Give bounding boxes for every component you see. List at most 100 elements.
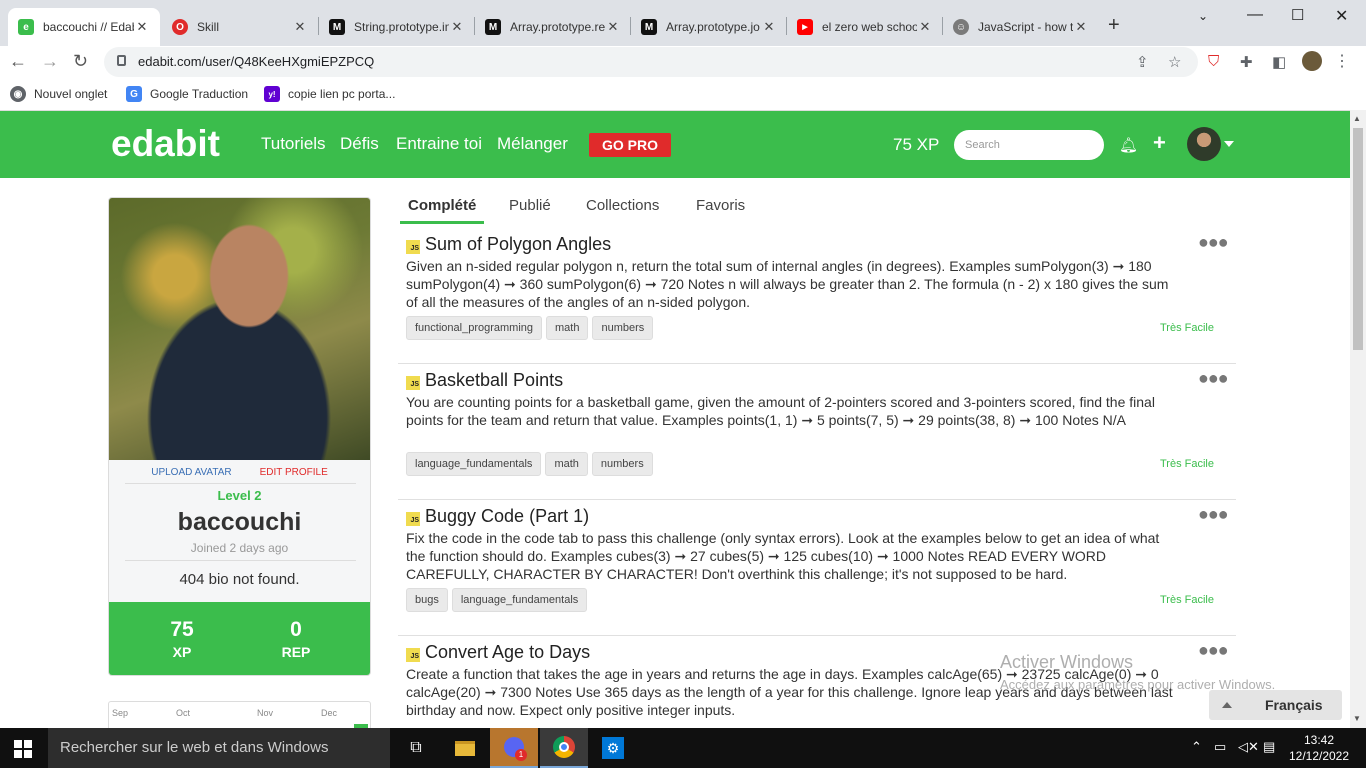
tab-favoris[interactable]: Favoris <box>696 197 745 214</box>
tab-search-icon[interactable]: ⌄ <box>1198 9 1208 23</box>
browser-tab-string-prototype[interactable]: M String.prototype.in ✕ <box>319 8 475 46</box>
minimize-icon[interactable]: — <box>1247 6 1263 24</box>
forward-icon[interactable]: → <box>41 51 59 72</box>
browser-tab-stackoverflow[interactable]: ☺ JavaScript - how t ✕ <box>943 8 1099 46</box>
close-tab-icon[interactable]: ✕ <box>292 19 308 35</box>
nav-tutoriels[interactable]: Tutoriels <box>261 134 326 154</box>
action-center-icon[interactable]: ▤ <box>1263 739 1275 755</box>
go-pro-button[interactable]: GO PRO <box>589 133 671 157</box>
month-label: Nov <box>257 708 274 718</box>
edabit-logo[interactable]: edabit <box>111 123 220 165</box>
challenge-title[interactable]: Sum of Polygon Angles <box>425 234 611 255</box>
plus-icon[interactable]: + <box>1153 130 1166 156</box>
scroll-thumb[interactable] <box>1353 128 1363 350</box>
browser-tab-edabit[interactable]: e baccouchi // Edabit ✕ <box>8 8 160 46</box>
language-label: Français <box>1265 697 1323 713</box>
profile-card: UPLOAD AVATAR EDIT PROFILE Level 2 bacco… <box>108 197 371 676</box>
power-icon[interactable]: ▭ <box>1214 739 1226 755</box>
difficulty-label: Très Facile <box>1160 322 1214 334</box>
close-tab-icon[interactable]: ✕ <box>134 19 150 35</box>
extension-shield-icon[interactable]: ⛉ <box>1208 53 1219 70</box>
maximize-icon[interactable]: ☐ <box>1291 6 1304 24</box>
back-icon[interactable]: ← <box>9 51 27 72</box>
challenge-card[interactable]: JS Basketball Points ●●● You are countin… <box>398 364 1236 500</box>
close-tab-icon[interactable]: ✕ <box>1073 19 1089 35</box>
volume-muted-icon[interactable]: ◁✕ <box>1238 739 1259 755</box>
more-options-icon[interactable]: ●●● <box>1198 640 1229 661</box>
tag[interactable]: numbers <box>592 316 654 340</box>
nav-entraine-toi[interactable]: Entraine toi <box>396 134 482 154</box>
browser-tab-array-prototype-re[interactable]: M Array.prototype.re ✕ <box>475 8 631 46</box>
file-explorer-icon[interactable] <box>441 728 489 768</box>
nav-melanger[interactable]: Mélanger <box>497 134 568 154</box>
month-label: Sep <box>112 708 129 718</box>
bell-icon[interactable]: 🔔︎ <box>1119 136 1138 154</box>
yahoo-icon: y! <box>264 86 280 102</box>
more-options-icon[interactable]: ●●● <box>1198 232 1229 253</box>
tag[interactable]: numbers <box>591 452 653 476</box>
new-tab-icon[interactable]: + <box>1108 14 1120 37</box>
user-avatar[interactable] <box>1187 127 1221 161</box>
challenge-title[interactable]: Buggy Code (Part 1) <box>425 506 589 527</box>
chevron-up-icon[interactable]: ⌃ <box>1191 739 1202 755</box>
challenge-tags: functional_programming math numbers <box>406 316 654 340</box>
language-selector[interactable]: Français <box>1209 690 1342 720</box>
rep-value: 0 <box>290 618 302 641</box>
browser-profile-avatar[interactable] <box>1302 51 1322 71</box>
reload-icon[interactable]: ↻ <box>73 51 88 72</box>
tag[interactable]: language_fundamentals <box>451 588 588 612</box>
more-options-icon[interactable]: ●●● <box>1198 504 1229 525</box>
search-input[interactable] <box>954 130 1104 160</box>
bookmark-google-translate[interactable]: G Google Traduction <box>126 86 248 102</box>
difficulty-label: Très Facile <box>1160 458 1214 470</box>
xp-value: 75 <box>170 618 194 641</box>
taskbar-search-box[interactable]: Rechercher sur le web et dans Windows <box>48 728 390 768</box>
chrome-icon[interactable] <box>540 728 588 768</box>
scroll-up-icon[interactable]: ▲ <box>1353 114 1361 123</box>
tag[interactable]: bugs <box>406 588 448 612</box>
challenge-title[interactable]: Convert Age to Days <box>425 642 590 663</box>
scroll-down-icon[interactable]: ▼ <box>1353 714 1361 723</box>
tag[interactable]: language_fundamentals <box>406 452 542 476</box>
bookmark-new-tab[interactable]: ◉ Nouvel onglet <box>10 86 107 102</box>
bookmarks-bar: ◉ Nouvel onglet G Google Traduction y! c… <box>0 82 1366 110</box>
extensions-puzzle-icon[interactable]: ✚ <box>1240 53 1253 71</box>
close-tab-icon[interactable]: ✕ <box>761 19 777 35</box>
chevron-down-icon[interactable] <box>1224 141 1234 147</box>
tab-collections[interactable]: Collections <box>586 197 659 214</box>
side-panel-icon[interactable]: ◧ <box>1272 53 1286 71</box>
close-window-icon[interactable]: ✕ <box>1335 6 1348 26</box>
browser-tab-youtube[interactable]: ▶ el zero web schoo ✕ <box>787 8 943 46</box>
challenge-card[interactable]: JS Buggy Code (Part 1) ●●● Fix the code … <box>398 500 1236 636</box>
settings-gear-icon[interactable]: ⚙ <box>589 728 637 768</box>
more-options-icon[interactable]: ●●● <box>1198 368 1229 389</box>
close-tab-icon[interactable]: ✕ <box>449 19 465 35</box>
globe-icon: ◉ <box>10 86 26 102</box>
bookmark-yahoo[interactable]: y! copie lien pc porta... <box>264 86 395 102</box>
challenge-card[interactable]: JS Sum of Polygon Angles ●●● Given an n-… <box>398 228 1236 364</box>
clock[interactable]: 13:42 12/12/2022 <box>1286 732 1352 764</box>
task-view-icon[interactable]: ⧉ <box>392 728 440 768</box>
windows-start-icon[interactable] <box>14 740 32 758</box>
share-icon[interactable]: ⇪ <box>1136 53 1149 71</box>
address-bar[interactable]: edabit.com/user/Q48KeeHXgmiEPZPCQ ⇪ ☆ <box>104 47 1198 77</box>
edit-profile-link[interactable]: EDIT PROFILE <box>260 467 328 478</box>
tab-publie[interactable]: Publié <box>509 197 551 214</box>
browser-menu-icon[interactable]: ⋮ <box>1334 51 1350 71</box>
browser-tab-skill[interactable]: O Skill ✕ <box>162 8 318 46</box>
bookmark-label: Nouvel onglet <box>34 87 108 101</box>
page-scrollbar[interactable]: ▲ ▼ <box>1350 110 1366 728</box>
upload-avatar-link[interactable]: UPLOAD AVATAR <box>151 467 231 478</box>
tab-complete[interactable]: Complété <box>408 197 476 214</box>
discord-icon[interactable]: 1 <box>490 728 538 768</box>
challenge-title[interactable]: Basketball Points <box>425 370 563 391</box>
url-text: edabit.com/user/Q48KeeHXgmiEPZPCQ <box>138 54 375 69</box>
tag[interactable]: functional_programming <box>406 316 543 340</box>
tag[interactable]: math <box>546 316 589 340</box>
close-tab-icon[interactable]: ✕ <box>917 19 933 35</box>
nav-defis[interactable]: Défis <box>340 134 379 154</box>
close-tab-icon[interactable]: ✕ <box>605 19 621 35</box>
tag[interactable]: math <box>545 452 588 476</box>
browser-tab-array-prototype-jo[interactable]: M Array.prototype.jo ✕ <box>631 8 787 46</box>
bookmark-star-icon[interactable]: ☆ <box>1168 53 1181 71</box>
